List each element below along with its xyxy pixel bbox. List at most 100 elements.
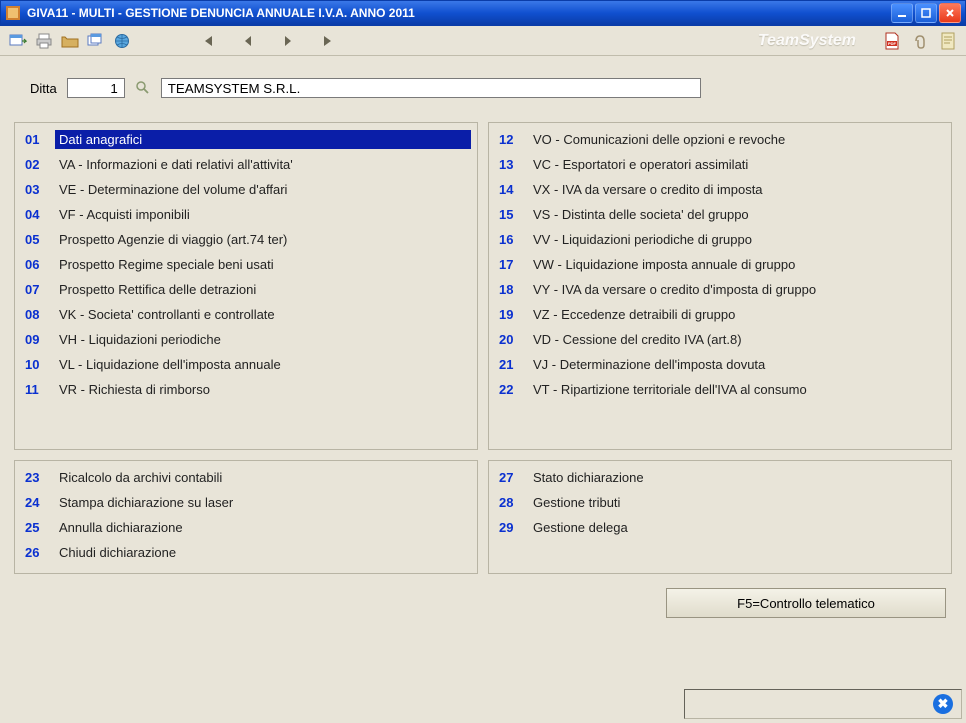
menu-item-02[interactable]: 02VA - Informazioni e dati relativi all'…: [21, 152, 471, 177]
menu-item-number: 15: [495, 207, 529, 222]
menu-item-number: 26: [21, 545, 55, 560]
menu-item-label: VX - IVA da versare o credito di imposta: [529, 180, 945, 199]
menu-item-number: 13: [495, 157, 529, 172]
menu-item-number: 19: [495, 307, 529, 322]
menu-item-label: Gestione tributi: [529, 493, 945, 512]
menu-item-25[interactable]: 25Annulla dichiarazione: [21, 515, 471, 540]
menu-item-label: VL - Liquidazione dell'imposta annuale: [55, 355, 471, 374]
menu-item-number: 27: [495, 470, 529, 485]
menu-item-07[interactable]: 07Prospetto Rettifica delle detrazioni: [21, 277, 471, 302]
menu-item-05[interactable]: 05Prospetto Agenzie di viaggio (art.74 t…: [21, 227, 471, 252]
menu-item-label: VA - Informazioni e dati relativi all'at…: [55, 155, 471, 174]
pdf-icon[interactable]: PDF: [882, 31, 902, 51]
close-button[interactable]: [939, 3, 961, 23]
menu-item-number: 09: [21, 332, 55, 347]
menu-item-label: Stato dichiarazione: [529, 468, 945, 487]
menu-item-label: VS - Distinta delle societa' del gruppo: [529, 205, 945, 224]
menu-item-number: 01: [21, 132, 55, 147]
menu-item-11[interactable]: 11VR - Richiesta di rimborso: [21, 377, 471, 402]
menu-item-22[interactable]: 22VT - Ripartizione territoriale dell'IV…: [495, 377, 945, 402]
menu-item-28[interactable]: 28Gestione tributi: [495, 490, 945, 515]
minimize-button[interactable]: [891, 3, 913, 23]
menu-item-label: Chiudi dichiarazione: [55, 543, 471, 562]
content-area: Ditta 01Dati anagrafici02VA - Informazio…: [0, 56, 966, 628]
menu-item-21[interactable]: 21VJ - Determinazione dell'imposta dovut…: [495, 352, 945, 377]
svg-text:PDF: PDF: [888, 41, 897, 46]
menu-item-label: Dati anagrafici: [55, 130, 471, 149]
menu-panel-bottom-left: 23Ricalcolo da archivi contabili24Stampa…: [14, 460, 478, 574]
menu-item-number: 12: [495, 132, 529, 147]
menu-item-27[interactable]: 27Stato dichiarazione: [495, 465, 945, 490]
new-window-icon[interactable]: [8, 31, 28, 51]
menu-item-20[interactable]: 20VD - Cessione del credito IVA (art.8): [495, 327, 945, 352]
brand-logo: TeamSystem: [342, 32, 876, 50]
menu-item-12[interactable]: 12VO - Comunicazioni delle opzioni e rev…: [495, 127, 945, 152]
menu-item-number: 10: [21, 357, 55, 372]
menu-item-18[interactable]: 18VY - IVA da versare o credito d'impost…: [495, 277, 945, 302]
menu-item-number: 07: [21, 282, 55, 297]
menu-item-23[interactable]: 23Ricalcolo da archivi contabili: [21, 465, 471, 490]
menu-item-17[interactable]: 17VW - Liquidazione imposta annuale di g…: [495, 252, 945, 277]
menu-item-04[interactable]: 04VF - Acquisti imponibili: [21, 202, 471, 227]
menu-item-number: 18: [495, 282, 529, 297]
app-icon: [5, 5, 21, 21]
menu-panel-top-right: 12VO - Comunicazioni delle opzioni e rev…: [488, 122, 952, 450]
menu-item-29[interactable]: 29Gestione delega: [495, 515, 945, 540]
menu-item-number: 28: [495, 495, 529, 510]
status-close-icon[interactable]: ✖: [933, 694, 953, 714]
menu-item-16[interactable]: 16VV - Liquidazioni periodiche di gruppo: [495, 227, 945, 252]
menu-item-label: Gestione delega: [529, 518, 945, 537]
menu-item-label: Annulla dichiarazione: [55, 518, 471, 537]
menu-item-number: 02: [21, 157, 55, 172]
nav-prev-icon[interactable]: [240, 33, 256, 49]
globe-icon[interactable]: [112, 31, 132, 51]
print-icon[interactable]: [34, 31, 54, 51]
menu-item-24[interactable]: 24Stampa dichiarazione su laser: [21, 490, 471, 515]
menu-item-number: 21: [495, 357, 529, 372]
menu-item-label: VK - Societa' controllanti e controllate: [55, 305, 471, 324]
menu-item-label: Prospetto Agenzie di viaggio (art.74 ter…: [55, 230, 471, 249]
ditta-code-input[interactable]: [67, 78, 125, 98]
ditta-row: Ditta: [10, 70, 956, 122]
clip-icon[interactable]: [910, 31, 930, 51]
menu-item-09[interactable]: 09VH - Liquidazioni periodiche: [21, 327, 471, 352]
menu-item-number: 17: [495, 257, 529, 272]
menu-item-number: 29: [495, 520, 529, 535]
menu-panel-top-left: 01Dati anagrafici02VA - Informazioni e d…: [14, 122, 478, 450]
menu-item-label: VV - Liquidazioni periodiche di gruppo: [529, 230, 945, 249]
toolbar: TeamSystem PDF: [0, 26, 966, 56]
menu-item-label: VJ - Determinazione dell'imposta dovuta: [529, 355, 945, 374]
menu-item-14[interactable]: 14VX - IVA da versare o credito di impos…: [495, 177, 945, 202]
menu-item-label: Ricalcolo da archivi contabili: [55, 468, 471, 487]
menu-item-number: 16: [495, 232, 529, 247]
menu-item-number: 14: [495, 182, 529, 197]
nav-last-icon[interactable]: [320, 33, 336, 49]
menu-item-label: VH - Liquidazioni periodiche: [55, 330, 471, 349]
menu-item-label: VC - Esportatori e operatori assimilati: [529, 155, 945, 174]
note-icon[interactable]: [938, 31, 958, 51]
search-icon[interactable]: [135, 80, 151, 96]
menu-item-08[interactable]: 08VK - Societa' controllanti e controlla…: [21, 302, 471, 327]
maximize-button[interactable]: [915, 3, 937, 23]
menu-item-13[interactable]: 13VC - Esportatori e operatori assimilat…: [495, 152, 945, 177]
menu-item-number: 08: [21, 307, 55, 322]
menu-item-10[interactable]: 10VL - Liquidazione dell'imposta annuale: [21, 352, 471, 377]
controllo-telematico-button[interactable]: F5=Controllo telematico: [666, 588, 946, 618]
menu-item-label: Stampa dichiarazione su laser: [55, 493, 471, 512]
folder-icon[interactable]: [60, 31, 80, 51]
menu-item-15[interactable]: 15VS - Distinta delle societa' del grupp…: [495, 202, 945, 227]
menu-item-01[interactable]: 01Dati anagrafici: [21, 127, 471, 152]
nav-next-icon[interactable]: [280, 33, 296, 49]
menu-item-label: VD - Cessione del credito IVA (art.8): [529, 330, 945, 349]
windows-icon[interactable]: [86, 31, 106, 51]
nav-first-icon[interactable]: [200, 33, 216, 49]
ditta-name-input[interactable]: [161, 78, 701, 98]
menu-item-06[interactable]: 06Prospetto Regime speciale beni usati: [21, 252, 471, 277]
titlebar: GIVA11 - MULTI - GESTIONE DENUNCIA ANNUA…: [0, 0, 966, 26]
menu-item-label: VW - Liquidazione imposta annuale di gru…: [529, 255, 945, 274]
ditta-label: Ditta: [30, 81, 57, 96]
menu-item-label: VO - Comunicazioni delle opzioni e revoc…: [529, 130, 945, 149]
menu-item-26[interactable]: 26Chiudi dichiarazione: [21, 540, 471, 565]
menu-item-03[interactable]: 03VE - Determinazione del volume d'affar…: [21, 177, 471, 202]
menu-item-19[interactable]: 19VZ - Eccedenze detraibili di gruppo: [495, 302, 945, 327]
